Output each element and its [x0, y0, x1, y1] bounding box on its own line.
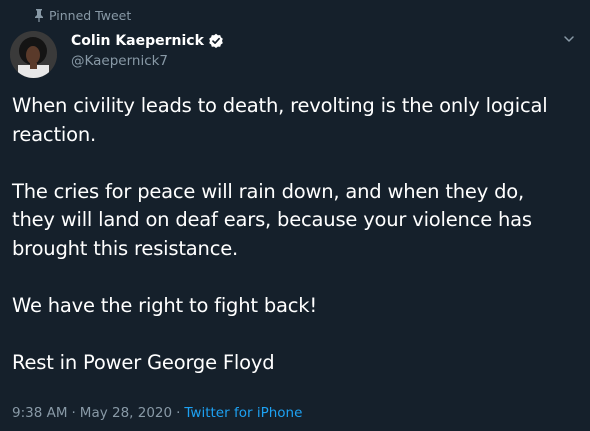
pin-icon	[35, 9, 43, 22]
handle[interactable]: @Kaepernick7	[71, 53, 224, 69]
tweet-time[interactable]: 9:38 AM	[12, 405, 68, 421]
avatar[interactable]	[10, 31, 57, 78]
chevron-down-icon[interactable]	[562, 32, 576, 46]
pinned-label: Pinned Tweet	[49, 7, 132, 23]
tweet-meta: 9:38 AM · May 28, 2020 · Twitter for iPh…	[12, 405, 302, 421]
tweet-paragraph: Rest in Power George Floyd	[12, 350, 275, 374]
tweet-date[interactable]: May 28, 2020	[80, 405, 172, 421]
meta-separator: ·	[71, 405, 76, 421]
pinned-indicator: Pinned Tweet	[35, 6, 132, 24]
tweet-text: When civility leads to death, revolting …	[12, 92, 572, 377]
tweet-paragraph: We have the right to fight back!	[12, 293, 317, 317]
tweet-source-link[interactable]: Twitter for iPhone	[184, 405, 302, 421]
avatar-image	[10, 31, 57, 78]
tweet-paragraph: When civility leads to death, revolting …	[12, 94, 548, 146]
verified-badge-icon	[209, 33, 223, 48]
author-info[interactable]: Colin Kaepernick @Kaepernick7	[71, 31, 224, 69]
meta-separator: ·	[176, 405, 181, 421]
tweet[interactable]: Pinned Tweet Colin Kaepernick @Kaepernic…	[0, 0, 590, 431]
tweet-paragraph: The cries for peace will rain down, and …	[12, 179, 532, 260]
display-name[interactable]: Colin Kaepernick	[71, 33, 204, 49]
